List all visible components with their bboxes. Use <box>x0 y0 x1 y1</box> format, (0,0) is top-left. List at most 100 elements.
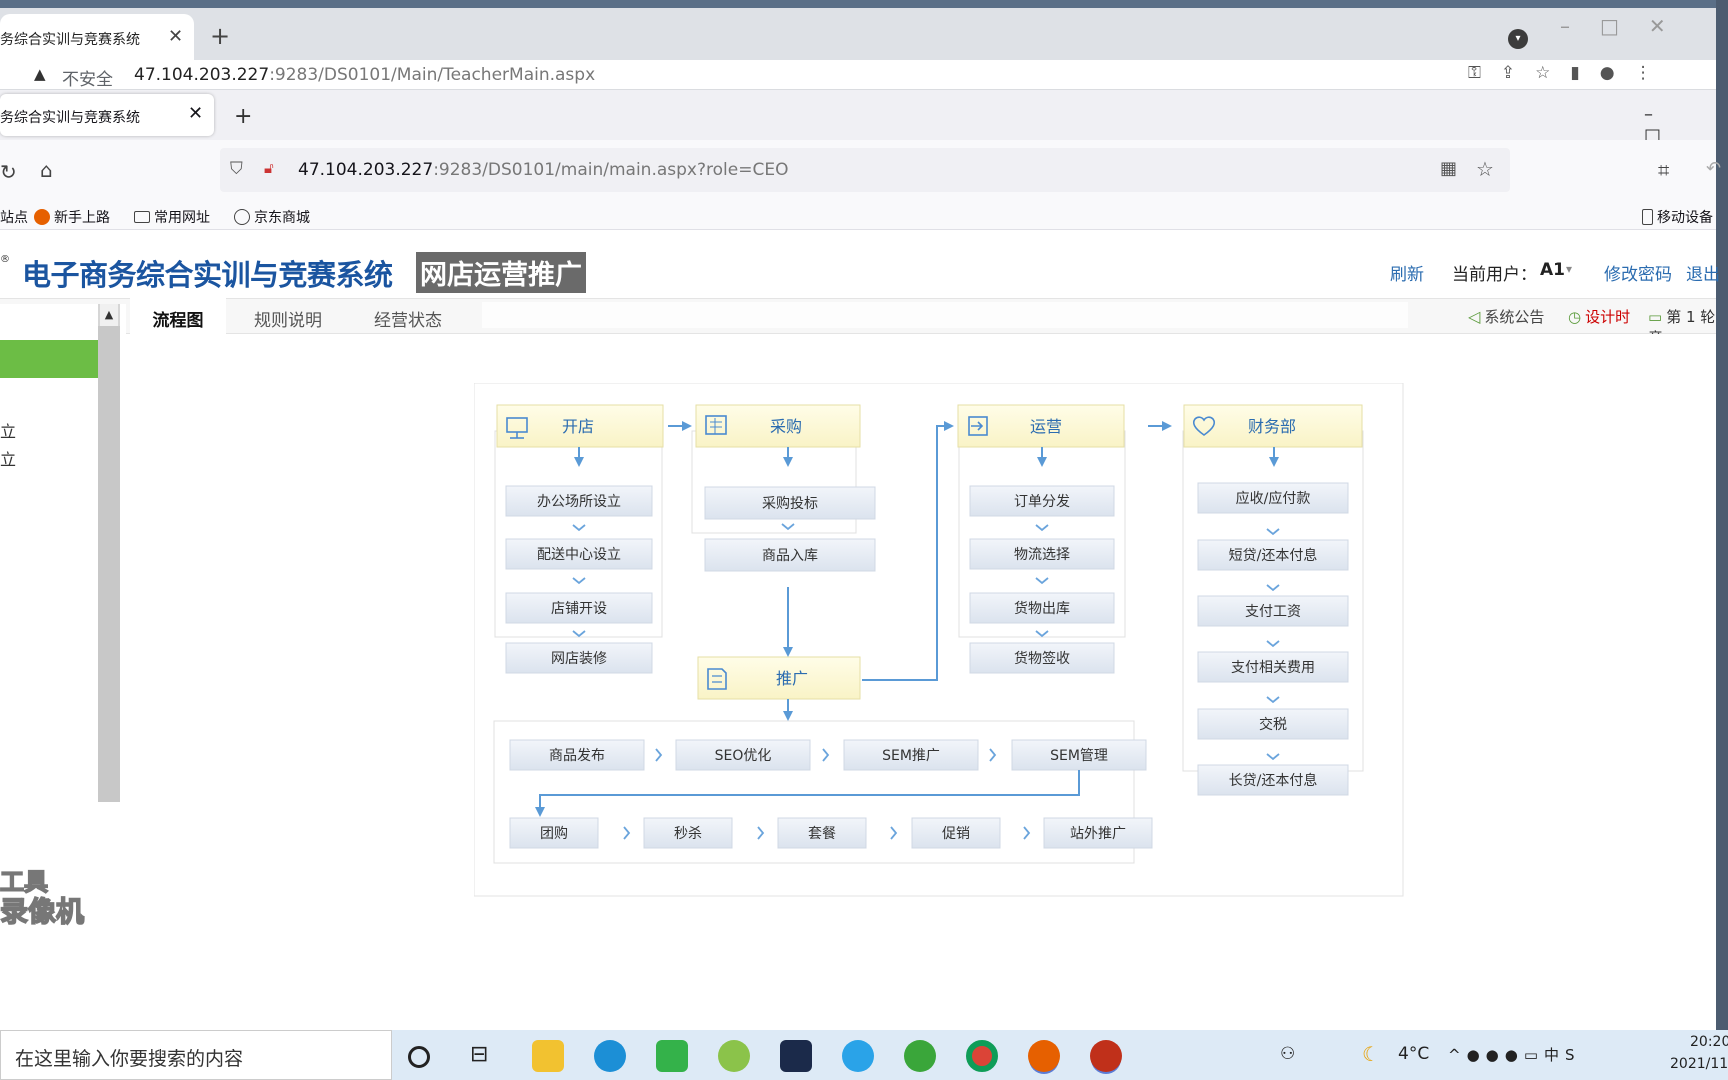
step-sem-promote[interactable]: SEM推广 <box>843 739 979 771</box>
step-pay-fees-label: 支付相关费用 <box>1231 660 1315 676</box>
music-app-icon[interactable] <box>718 1040 750 1072</box>
tab-business-state[interactable]: 经营状态 <box>374 306 442 331</box>
media-player-icon[interactable] <box>656 1040 688 1072</box>
step-purchase-bid[interactable]: 采购投标 <box>704 486 876 520</box>
step-shop-open[interactable]: 店铺开设 <box>505 592 653 624</box>
stage-finance[interactable]: 财务部 <box>1183 404 1363 448</box>
stage-operate[interactable]: 运营 <box>957 404 1125 448</box>
stage-open[interactable]: 开店 <box>496 404 664 448</box>
app-subtitle: 网店运营推广 <box>416 252 586 293</box>
qr-code-icon[interactable]: ▦ <box>1440 158 1457 179</box>
lock-icon[interactable]: 🔓︎ <box>264 159 274 177</box>
edge-icon[interactable] <box>594 1040 626 1072</box>
bookmark-jd[interactable]: 京东商城 <box>234 207 310 227</box>
screenshot-icon[interactable]: ⌗ <box>1658 158 1669 182</box>
step-shop-decoration[interactable]: 网店装修 <box>505 642 653 674</box>
step-shop-open-label: 店铺开设 <box>551 601 607 617</box>
sidebar-item[interactable]: 立 <box>0 446 16 470</box>
step-bundle[interactable]: 套餐 <box>777 817 867 849</box>
step-goods-receipt[interactable]: 货物签收 <box>969 642 1115 674</box>
chrome-icon[interactable] <box>966 1040 998 1072</box>
step-group-buy[interactable]: 团购 <box>509 817 599 849</box>
bookmark-common-sites-label: 常用网址 <box>154 210 210 226</box>
step-logistics-select[interactable]: 物流选择 <box>969 538 1115 570</box>
step-goods-inbound[interactable]: 商品入库 <box>704 538 876 572</box>
step-seo[interactable]: SEO优化 <box>675 739 811 771</box>
stage-promote[interactable]: 推广 <box>697 656 861 700</box>
chat-app-icon[interactable] <box>842 1040 874 1072</box>
home-icon[interactable]: ⌂ <box>40 158 53 182</box>
bookmark-common-sites[interactable]: 常用网址 <box>134 207 210 227</box>
weather-moon-icon: ☾ <box>1362 1042 1380 1066</box>
system-notice-label: 系统公告 <box>1484 308 1545 326</box>
step-long-loan[interactable]: 长贷/还本付息 <box>1197 764 1349 796</box>
tab-rules[interactable]: 规则说明 <box>254 306 322 331</box>
step-flash-sale[interactable]: 秒杀 <box>643 817 733 849</box>
step-receivable-payable[interactable]: 应收/应付款 <box>1197 482 1349 514</box>
bookmark-getting-started[interactable]: 新手上路 <box>34 207 110 227</box>
step-promotion-label: 促销 <box>942 826 970 842</box>
plus-icon[interactable]: + <box>234 104 252 129</box>
recorder-icon[interactable] <box>1090 1040 1122 1072</box>
step-flash-sale-label: 秒杀 <box>674 826 702 842</box>
people-icon[interactable]: ⚇ <box>1280 1044 1295 1064</box>
firefox-url[interactable]: 47.104.203.227:9283/DS0101/main/main.asp… <box>298 160 788 180</box>
step-pay-tax[interactable]: 交税 <box>1197 708 1349 740</box>
logout-link[interactable]: 退出 <box>1686 260 1720 285</box>
close-icon[interactable]: ✕ <box>188 103 203 124</box>
system-tray-icons[interactable]: ^●●●▭中S <box>1448 1044 1581 1065</box>
system-notice[interactable]: ◁ 系统公告 <box>1468 306 1544 327</box>
step-short-loan[interactable]: 短贷/还本付息 <box>1197 539 1349 571</box>
stage-purchase[interactable]: 采购 <box>695 404 861 448</box>
chrome-toolbar-icons[interactable]: ⚿⇪☆▮●⋮ <box>1468 63 1672 83</box>
window-controls[interactable]: –□✕ <box>1560 14 1696 38</box>
tab-flowchart[interactable]: 流程图 <box>130 298 226 334</box>
tab-search-icon[interactable]: ▾ <box>1508 29 1528 49</box>
taskbar-search-input[interactable]: 在这里输入你要搜索的内容 <box>0 1030 392 1080</box>
weather-temperature[interactable]: 4°C <box>1398 1044 1429 1064</box>
bookmark-star-icon[interactable]: ☆ <box>1476 157 1494 181</box>
step-order-dispatch[interactable]: 订单分发 <box>969 485 1115 517</box>
chevron-down-icon[interactable]: ▾ <box>1566 262 1572 276</box>
step-pay-fees[interactable]: 支付相关费用 <box>1197 651 1349 683</box>
firefox-urlbar[interactable]: ⛉ 🔓︎ 47.104.203.227:9283/DS0101/main/mai… <box>220 148 1510 192</box>
step-offsite-promotion[interactable]: 站外推广 <box>1043 817 1153 849</box>
sidebar-active-item[interactable] <box>0 340 98 378</box>
chrome-url[interactable]: 47.104.203.227:9283/DS0101/Main/TeacherM… <box>134 65 595 85</box>
step-sem-manage[interactable]: SEM管理 <box>1011 739 1147 771</box>
step-sem-manage-label: SEM管理 <box>1050 748 1108 764</box>
bookmark-sites[interactable]: 站点 <box>0 207 28 227</box>
clock-date[interactable]: 2021/11 <box>1670 1056 1728 1072</box>
close-icon[interactable]: ✕ <box>168 26 183 47</box>
chevron-up-icon[interactable]: ▲ <box>100 304 118 326</box>
step-seo-label: SEO优化 <box>715 748 772 764</box>
dev-app-icon[interactable] <box>780 1040 812 1072</box>
task-view-icon[interactable]: ⊟ <box>470 1042 502 1074</box>
timer-status-label: 设计时 <box>1585 308 1631 326</box>
stage-operate-label: 运营 <box>1030 417 1062 436</box>
scrollbar-thumb[interactable] <box>98 326 120 802</box>
ie-browser-icon[interactable] <box>904 1040 936 1072</box>
undo-icon[interactable]: ↶ <box>1706 158 1721 179</box>
chrome-tab[interactable]: 务综合实训与竞赛系统 ✕ <box>0 14 194 60</box>
step-office-setup[interactable]: 办公场所设立 <box>505 485 653 517</box>
clock-time[interactable]: 20:20 <box>1690 1034 1728 1050</box>
sidebar-item[interactable]: 立 <box>0 418 16 442</box>
current-user[interactable]: A1 <box>1540 260 1565 280</box>
change-password-link[interactable]: 修改密码 <box>1604 260 1672 285</box>
step-product-release[interactable]: 商品发布 <box>509 739 645 771</box>
step-distribution-setup[interactable]: 配送中心设立 <box>505 538 653 570</box>
firefox-icon[interactable] <box>1028 1040 1060 1072</box>
cortana-icon[interactable] <box>408 1046 430 1068</box>
reload-icon[interactable]: ↻ <box>0 160 17 184</box>
firefox-tab[interactable]: 务综合实训与竞赛系统 ✕ <box>0 94 214 136</box>
step-promotion[interactable]: 促销 <box>911 817 1001 849</box>
shield-icon[interactable]: ⛉ <box>230 159 243 179</box>
file-explorer-icon[interactable] <box>532 1040 564 1072</box>
step-goods-outbound[interactable]: 货物出库 <box>969 592 1115 624</box>
refresh-link[interactable]: 刷新 <box>1390 260 1424 285</box>
step-pay-wages[interactable]: 支付工资 <box>1197 595 1349 627</box>
chrome-omnibox[interactable]: ▲ 不安全 47.104.203.227:9283/DS0101/Main/Te… <box>0 60 1728 90</box>
globe-icon <box>234 209 250 225</box>
plus-icon[interactable]: + <box>210 22 230 50</box>
